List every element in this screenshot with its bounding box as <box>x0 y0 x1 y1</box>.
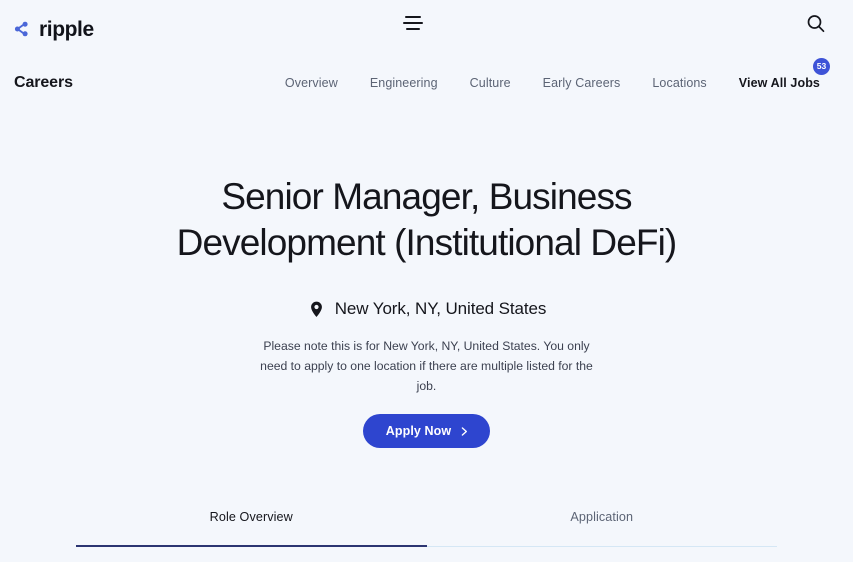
apply-button-wrapper: Apply Now <box>0 414 853 449</box>
careers-sub-navigation: Careers Overview Engineering Culture Ear… <box>0 58 853 108</box>
nav-item-view-all-jobs[interactable]: View All Jobs <box>723 70 828 96</box>
nav-item-engineering[interactable]: Engineering <box>354 70 454 96</box>
page-title: Senior Manager, Business Development (In… <box>176 176 678 263</box>
search-icon[interactable] <box>804 12 828 36</box>
careers-section-label: Careers <box>14 74 73 91</box>
chevron-right-icon <box>460 427 469 436</box>
job-location-row: New York, NY, United States <box>0 299 853 319</box>
view-all-jobs-wrapper: View All Jobs 53 <box>723 58 830 96</box>
nav-item-early-careers[interactable]: Early Careers <box>527 70 637 96</box>
job-hero-section: Senior Manager, Business Development (In… <box>0 108 853 449</box>
nav-item-overview[interactable]: Overview <box>269 70 354 96</box>
hamburger-menu-icon[interactable] <box>402 12 424 34</box>
apply-now-button[interactable]: Apply Now <box>362 414 491 449</box>
jobs-count-badge: 53 <box>813 58 830 75</box>
brand-wordmark: ripple <box>39 17 94 41</box>
top-navigation-bar: ripple <box>0 0 853 58</box>
location-note-text: Please note this is for New York, NY, Un… <box>260 339 593 393</box>
ripple-logo-link[interactable]: ripple <box>14 19 94 40</box>
nav-item-culture[interactable]: Culture <box>454 70 527 96</box>
nav-item-locations[interactable]: Locations <box>636 70 722 96</box>
apply-now-label: Apply Now <box>385 424 452 439</box>
tab-application[interactable]: Application <box>426 510 777 548</box>
hamburger-line-2 <box>403 22 423 24</box>
map-pin-icon <box>307 300 326 319</box>
ripple-dots-logo-icon <box>14 20 34 38</box>
job-detail-tabs: Role Overview Application <box>0 510 853 548</box>
hamburger-line-1 <box>405 16 421 18</box>
job-location-text: New York, NY, United States <box>334 299 547 318</box>
careers-nav-links: Overview Engineering Culture Early Caree… <box>269 58 830 96</box>
tab-role-overview[interactable]: Role Overview <box>76 510 427 548</box>
hamburger-line-3 <box>406 28 420 30</box>
